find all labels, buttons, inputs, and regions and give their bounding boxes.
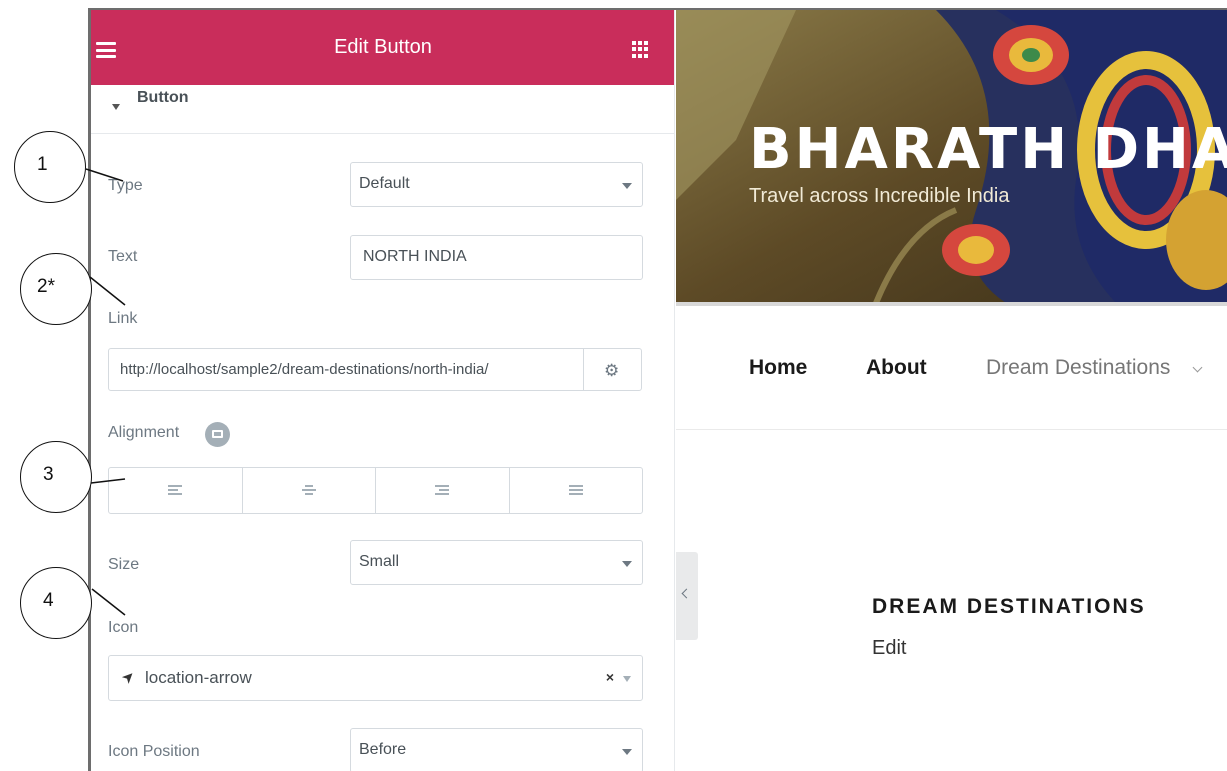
icon-select[interactable]: ➤ location-arrow × xyxy=(108,655,643,701)
responsive-device-icon[interactable] xyxy=(205,422,230,447)
icon-label: Icon xyxy=(108,619,139,636)
link-options-button[interactable]: ⚙ xyxy=(583,348,642,391)
link-input[interactable]: http://localhost/sample2/dream-destinati… xyxy=(108,348,584,391)
icon-position-select[interactable]: Before xyxy=(350,728,643,771)
section-label: Button xyxy=(137,89,189,106)
location-arrow-icon: ➤ xyxy=(118,666,140,688)
callout-2: 2* xyxy=(20,253,92,325)
chevron-down-icon xyxy=(623,676,631,682)
clear-icon[interactable]: × xyxy=(606,669,614,685)
caret-down-icon xyxy=(112,104,120,110)
alignment-label: Alignment xyxy=(108,424,180,441)
chevron-down-icon xyxy=(622,561,632,567)
type-select[interactable]: Default xyxy=(350,162,643,207)
section-heading: DREAM DESTINATIONS xyxy=(872,595,1146,618)
nav-divider xyxy=(676,429,1227,430)
header-divider xyxy=(676,302,1227,306)
link-value: http://localhost/sample2/dream-destinati… xyxy=(120,361,489,378)
text-label: Text xyxy=(108,248,138,265)
callout-2-label: 2* xyxy=(37,276,55,297)
callout-1: 1 xyxy=(14,131,86,203)
icon-position-label: Icon Position xyxy=(108,743,200,760)
callout-3: 3 xyxy=(20,441,92,513)
site-navigation: Home About Dream Destinations xyxy=(676,340,1227,400)
size-value: Small xyxy=(359,553,400,570)
text-input[interactable]: NORTH INDIA xyxy=(350,235,643,280)
nav-item-about[interactable]: About xyxy=(866,356,927,380)
align-justify-icon xyxy=(568,485,583,497)
panel-header: Edit Button xyxy=(91,10,674,85)
link-label: Link xyxy=(108,310,138,327)
site-tagline: Travel across Incredible India xyxy=(749,185,1010,207)
nav-item-home[interactable]: Home xyxy=(749,356,807,380)
align-right-icon xyxy=(435,485,449,497)
section-toggle-button[interactable]: Button xyxy=(91,85,674,134)
align-left-icon xyxy=(168,485,182,497)
type-value: Default xyxy=(359,175,410,192)
align-right-button[interactable] xyxy=(376,468,510,513)
align-center-icon xyxy=(301,485,316,497)
text-value: NORTH INDIA xyxy=(363,248,467,265)
alignment-control xyxy=(108,467,643,514)
panel-title: Edit Button xyxy=(334,36,432,58)
edit-link[interactable]: Edit xyxy=(872,637,906,660)
nav-item-dream-destinations[interactable]: Dream Destinations xyxy=(986,356,1170,380)
icon-value: location-arrow xyxy=(145,668,252,687)
site-title[interactable]: BHARATH DHAR xyxy=(749,117,1227,182)
chevron-down-icon[interactable] xyxy=(1192,362,1203,373)
gear-icon: ⚙ xyxy=(604,361,620,380)
type-label: Type xyxy=(108,177,143,194)
align-center-button[interactable] xyxy=(243,468,376,513)
size-select[interactable]: Small xyxy=(350,540,643,585)
page-preview: BHARATH DHAR Travel across Incredible In… xyxy=(676,10,1227,771)
chevron-down-icon xyxy=(622,749,632,755)
callout-4: 4 xyxy=(20,567,92,639)
chevron-down-icon xyxy=(622,183,632,189)
icon-position-value: Before xyxy=(359,741,407,758)
callout-3-label: 3 xyxy=(43,464,54,485)
size-label: Size xyxy=(108,556,140,573)
callout-1-label: 1 xyxy=(37,154,48,175)
widgets-grid-icon[interactable] xyxy=(632,41,649,58)
chevron-left-icon xyxy=(681,588,692,599)
editor-panel: Edit Button Button Type Default Text NOR… xyxy=(91,10,675,771)
align-justify-button[interactable] xyxy=(510,468,643,513)
panel-collapse-button[interactable] xyxy=(676,552,698,640)
site-header-image: BHARATH DHAR Travel across Incredible In… xyxy=(676,10,1227,303)
callout-4-label: 4 xyxy=(43,590,54,611)
align-left-button[interactable] xyxy=(109,468,243,513)
